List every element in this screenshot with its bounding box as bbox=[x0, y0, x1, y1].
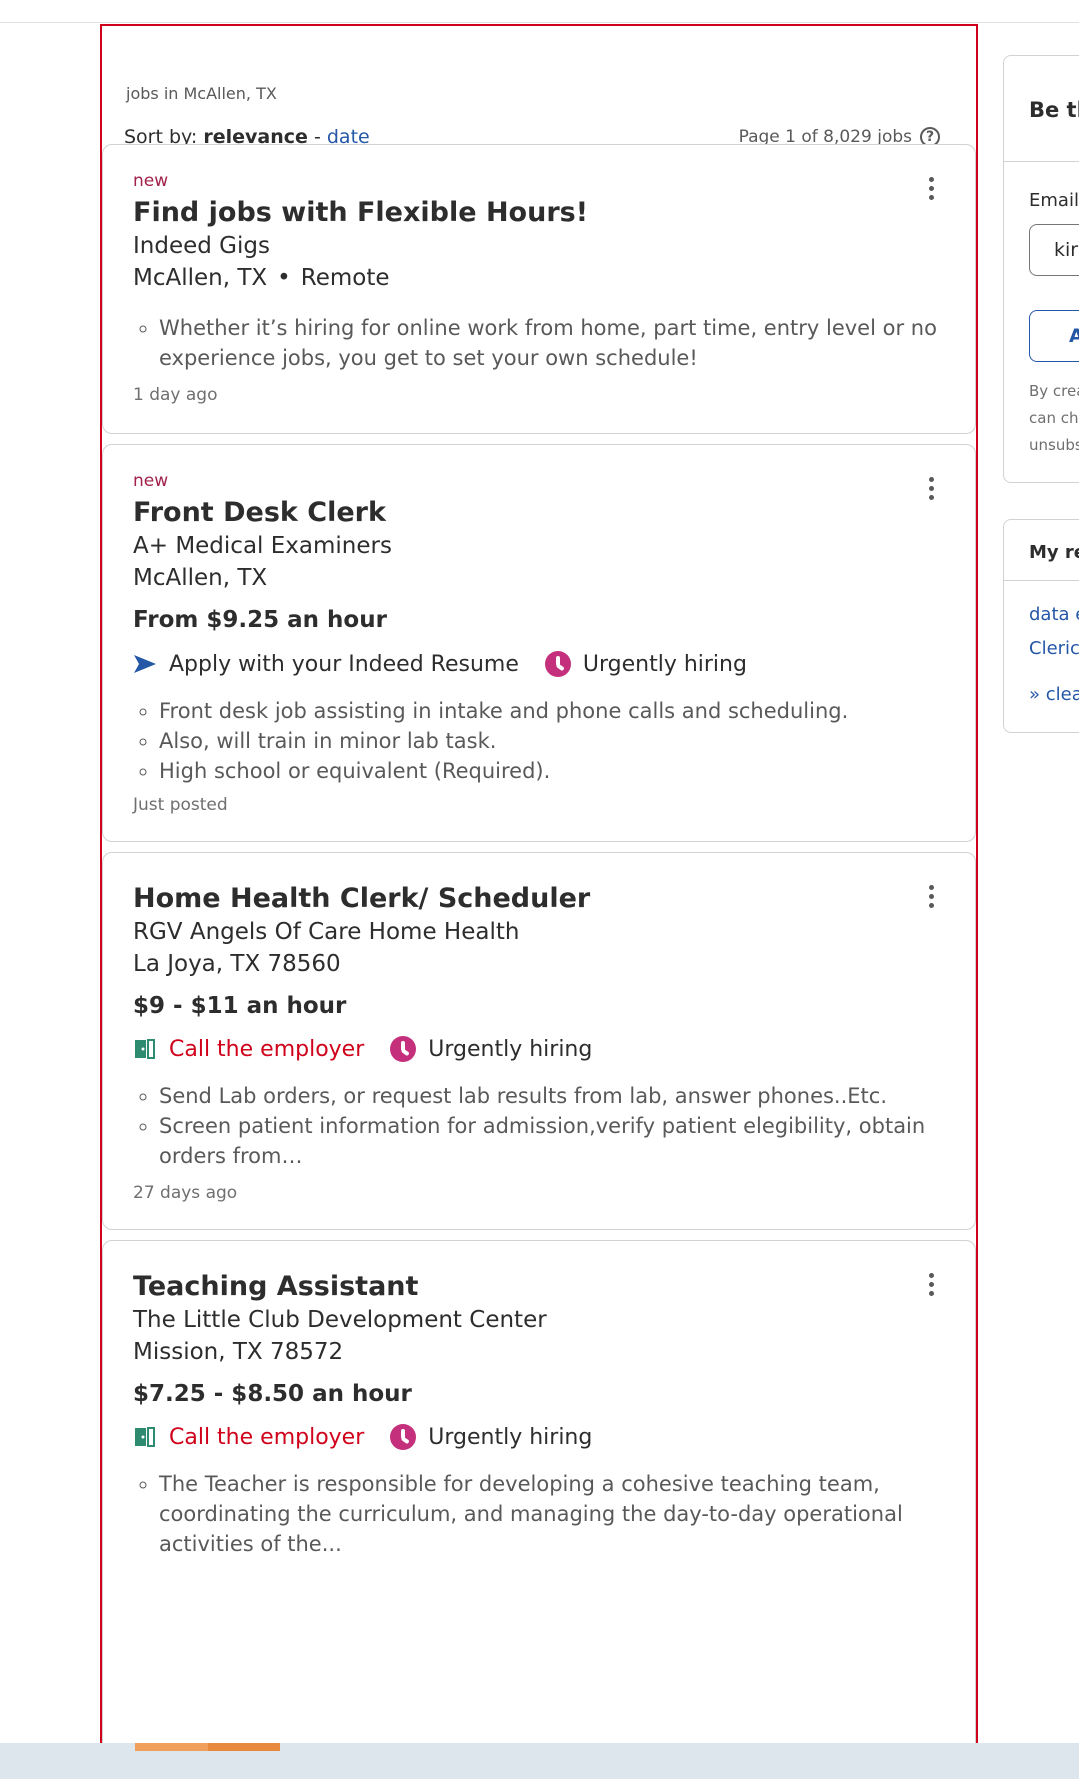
fine-print-line: unsubs bbox=[1029, 436, 1079, 454]
phone-door-icon bbox=[135, 1039, 155, 1059]
job-title[interactable]: Front Desk Clerk bbox=[133, 497, 386, 528]
job-location: McAllen, TX bbox=[133, 565, 268, 591]
job-snippet: Send Lab orders, or request lab results … bbox=[133, 1081, 939, 1171]
header-divider bbox=[0, 22, 1079, 23]
snippet-bullet: High school or equivalent (Required). bbox=[159, 756, 939, 786]
job-location: Mission, TX 78572 bbox=[133, 1339, 344, 1365]
snippet-bullet: Also, will train in minor lab task. bbox=[159, 726, 939, 756]
urgently-hiring-label: Urgently hiring bbox=[428, 1424, 593, 1450]
recent-search-link[interactable]: Clerica bbox=[1029, 638, 1079, 659]
more-options-icon[interactable] bbox=[927, 177, 935, 204]
job-meta: Call the employer Urgently hiring bbox=[133, 1036, 618, 1062]
urgently-hiring-label: Urgently hiring bbox=[582, 651, 747, 677]
job-card[interactable]: new Find jobs with Flexible Hours! Indee… bbox=[102, 144, 976, 434]
new-badge: new bbox=[133, 471, 169, 491]
clock-icon bbox=[390, 1036, 417, 1062]
job-snippet: The Teacher is responsible for developin… bbox=[133, 1469, 939, 1559]
more-options-icon[interactable] bbox=[927, 477, 935, 504]
job-location: McAllen, TX • Remote bbox=[133, 265, 390, 291]
urgently-hiring: Urgently hiring bbox=[390, 1424, 592, 1450]
job-title[interactable]: Home Health Clerk/ Scheduler bbox=[133, 883, 590, 914]
email-label: Email bbox=[1029, 190, 1079, 211]
snippet-bullet: The Teacher is responsible for developin… bbox=[159, 1469, 939, 1559]
scroll-indicator bbox=[135, 1743, 208, 1751]
snippet-bullet: Screen patient information for admission… bbox=[159, 1111, 939, 1171]
send-arrow-icon bbox=[134, 655, 156, 673]
snippet-bullet: Send Lab orders, or request lab results … bbox=[159, 1081, 939, 1111]
clock-icon bbox=[390, 1424, 417, 1450]
job-alert-panel: Be th Email kirl A By crea can ch unsubs bbox=[1003, 55, 1079, 483]
call-employer[interactable]: Call the employer bbox=[133, 1037, 364, 1062]
fine-print-line: can ch bbox=[1029, 409, 1079, 427]
new-badge: new bbox=[133, 171, 169, 191]
job-location: La Joya, TX 78560 bbox=[133, 951, 341, 977]
snippet-bullet: Whether it’s hiring for online work from… bbox=[159, 313, 939, 373]
email-field[interactable]: kirl bbox=[1029, 224, 1079, 276]
apply-resume: Apply with your Indeed Resume bbox=[133, 652, 519, 677]
more-options-icon[interactable] bbox=[927, 1273, 935, 1300]
company-name: Indeed Gigs bbox=[133, 233, 270, 259]
company-name: A+ Medical Examiners bbox=[133, 533, 392, 559]
panel-divider bbox=[1004, 161, 1079, 162]
recent-heading: My rec bbox=[1029, 542, 1079, 563]
recent-searches-panel: My rec data e Clerica » clear bbox=[1003, 519, 1079, 733]
urgently-hiring-label: Urgently hiring bbox=[428, 1036, 593, 1062]
clock-icon bbox=[544, 651, 571, 677]
location-city: McAllen, TX bbox=[133, 265, 268, 291]
search-query-title: jobs in McAllen, TX bbox=[126, 84, 277, 103]
company-name: RGV Angels Of Care Home Health bbox=[133, 919, 520, 945]
urgently-hiring: Urgently hiring bbox=[544, 651, 747, 677]
call-employer-label: Call the employer bbox=[169, 1036, 365, 1062]
salary: $7.25 - $8.50 an hour bbox=[133, 1381, 412, 1407]
more-options-icon[interactable] bbox=[927, 885, 935, 912]
job-card[interactable]: new Front Desk Clerk A+ Medical Examiner… bbox=[102, 444, 976, 842]
separator-dot: • bbox=[277, 265, 291, 291]
job-results-column: jobs in McAllen, TX Sort by: relevance -… bbox=[100, 24, 978, 1754]
alert-heading: Be th bbox=[1029, 98, 1079, 122]
panel-divider bbox=[1004, 580, 1079, 581]
job-snippet: Whether it’s hiring for online work from… bbox=[133, 313, 939, 373]
location-remote: Remote bbox=[300, 265, 390, 291]
job-snippet: Front desk job assisting in intake and p… bbox=[133, 696, 939, 786]
job-card[interactable]: Home Health Clerk/ Scheduler RGV Angels … bbox=[102, 852, 976, 1230]
apply-resume-label: Apply with your Indeed Resume bbox=[169, 651, 519, 677]
job-title[interactable]: Teaching Assistant bbox=[133, 1271, 418, 1302]
fine-print-line: By crea bbox=[1029, 382, 1079, 400]
posted-date: 1 day ago bbox=[133, 385, 218, 405]
posted-date: Just posted bbox=[133, 795, 228, 815]
posted-date: 27 days ago bbox=[133, 1183, 238, 1203]
job-title[interactable]: Find jobs with Flexible Hours! bbox=[133, 197, 588, 228]
salary: From $9.25 an hour bbox=[133, 607, 387, 633]
snippet-bullet: Front desk job assisting in intake and p… bbox=[159, 696, 939, 726]
phone-door-icon bbox=[135, 1427, 155, 1447]
company-name: The Little Club Development Center bbox=[133, 1307, 547, 1333]
alert-fine-print: By crea can ch unsubs bbox=[1029, 378, 1079, 459]
urgently-hiring: Urgently hiring bbox=[390, 1036, 592, 1062]
call-employer-label: Call the employer bbox=[169, 1424, 365, 1450]
job-card[interactable]: Teaching Assistant The Little Club Devel… bbox=[102, 1240, 976, 1752]
job-meta: Call the employer Urgently hiring bbox=[133, 1424, 618, 1450]
scroll-indicator bbox=[208, 1743, 280, 1751]
salary: $9 - $11 an hour bbox=[133, 993, 347, 1019]
activate-alert-button[interactable]: A bbox=[1029, 310, 1079, 362]
bottom-scroll-bar bbox=[0, 1743, 1079, 1779]
job-meta: Apply with your Indeed Resume Urgently h… bbox=[133, 651, 773, 677]
clear-searches-link[interactable]: » clear bbox=[1029, 684, 1079, 705]
call-employer[interactable]: Call the employer bbox=[133, 1425, 364, 1450]
recent-search-link[interactable]: data e bbox=[1029, 604, 1079, 625]
